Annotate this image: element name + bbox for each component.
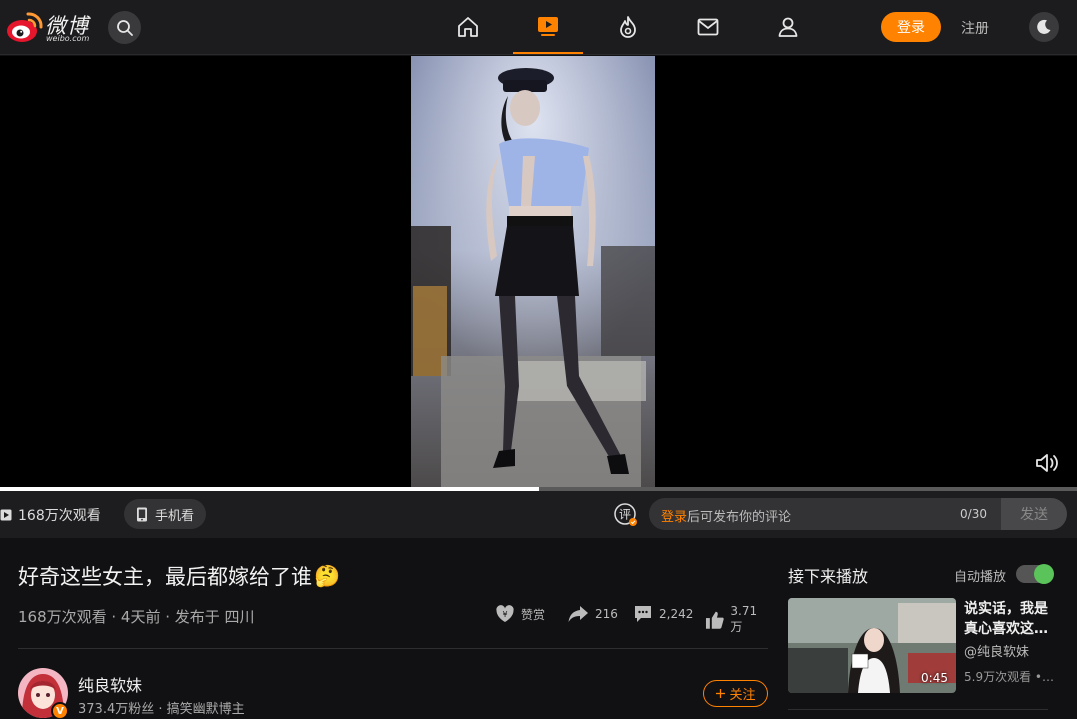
comment-placeholder: 登录后可发布你的评论	[661, 506, 791, 525]
svg-text:评: 评	[619, 508, 631, 522]
logo-subtext: weibo.com	[46, 34, 90, 43]
play-count-icon	[0, 509, 12, 521]
sidebar-divider	[788, 709, 1048, 710]
flame-icon	[620, 16, 636, 38]
autoplay-toggle[interactable]	[1016, 564, 1054, 584]
video-title-text: 好奇这些女主，最后都嫁给了谁	[18, 565, 312, 589]
video-meta: 168万次观看 · 4天前 · 发布于 四川	[18, 608, 255, 626]
recommended-video-title[interactable]: 说实话，我是真心喜欢这…	[964, 599, 1056, 639]
follow-button[interactable]: 关注	[703, 680, 768, 707]
section-divider	[18, 648, 768, 649]
top-nav-bar: 微博 weibo.com 登录 注册	[0, 0, 1077, 55]
share-count: 216	[595, 607, 618, 621]
comment-placeholder-text: 后可发布你的评论	[687, 510, 792, 525]
recommended-video-author[interactable]: @纯良软妹	[964, 641, 1029, 660]
user-icon	[778, 17, 798, 37]
moon-icon	[1037, 19, 1051, 34]
comment-badge-icon: 评	[614, 503, 638, 527]
autoplay-toggle-knob	[1034, 564, 1054, 584]
video-frame[interactable]	[411, 56, 655, 488]
volume-icon	[1036, 454, 1058, 472]
watch-on-mobile-button[interactable]: 手机看	[124, 499, 207, 529]
thumbs-up-icon	[705, 611, 724, 629]
video-still-image	[411, 56, 655, 488]
video-player[interactable]	[0, 56, 1077, 488]
mail-icon	[697, 18, 719, 36]
author-meta: 373.4万粉丝 · 搞笑幽默博主	[78, 702, 245, 717]
comment-icon	[635, 606, 651, 622]
theme-toggle-button[interactable]	[1029, 12, 1059, 42]
send-comment-button[interactable]: 发送	[1001, 498, 1067, 530]
register-link[interactable]: 注册	[961, 18, 989, 38]
nav-profile[interactable]	[753, 0, 823, 54]
video-title: 好奇这些女主，最后都嫁给了谁 🤔	[18, 561, 340, 591]
comment-input[interactable]: 登录后可发布你的评论 0/30	[649, 498, 1001, 530]
comment-button[interactable]: 2,242	[633, 604, 693, 623]
comment-login-link[interactable]: 登录	[661, 510, 687, 525]
nav-video[interactable]	[513, 0, 583, 54]
player-info-bar: 168万次观看 手机看 评 登录后可发布你的评论 0/30 发送	[0, 491, 1077, 538]
search-button[interactable]	[108, 11, 141, 44]
watch-on-mobile-label: 手机看	[155, 508, 195, 524]
nav-messages[interactable]	[673, 0, 743, 54]
reward-button[interactable]: ¥ 赞赏	[495, 604, 545, 624]
svg-text:¥: ¥	[502, 610, 507, 619]
follow-label: 关注	[729, 688, 756, 703]
recommended-video-views: 5.9万次观看 •…	[964, 670, 1054, 684]
comment-char-count: 0/30	[960, 507, 987, 521]
phone-icon	[137, 507, 147, 521]
search-icon	[116, 19, 133, 36]
home-icon	[458, 17, 478, 37]
video-duration: 0:45	[921, 671, 948, 685]
like-count: 3.71万	[730, 604, 758, 634]
plus-icon	[716, 689, 726, 698]
login-button[interactable]: 登录	[881, 12, 941, 42]
nav-hot[interactable]	[593, 0, 663, 54]
nav-home[interactable]	[433, 0, 503, 54]
verified-badge: V	[51, 702, 69, 719]
share-button[interactable]: 216	[567, 604, 618, 624]
share-icon	[568, 606, 588, 622]
weibo-logo[interactable]: 微博 weibo.com	[6, 8, 96, 44]
autoplay-label: 自动播放	[954, 570, 1007, 585]
author-name[interactable]: 纯良软妹	[78, 672, 142, 696]
reward-label: 赞赏	[521, 607, 546, 622]
reward-icon: ¥	[496, 605, 514, 622]
thinking-emoji: 🤔	[314, 563, 341, 588]
recommended-video-thumbnail[interactable]: 0:45	[788, 598, 956, 693]
like-button[interactable]: 3.71万	[705, 604, 768, 635]
up-next-heading: 接下来播放	[788, 567, 869, 586]
view-count-text: 168万次观看	[18, 508, 101, 524]
comment-count: 2,242	[659, 606, 694, 621]
volume-button[interactable]	[1034, 452, 1060, 474]
video-actions: ¥ 赞赏 216 2,242 3.71万	[495, 604, 768, 634]
view-count-small: 168万次观看	[0, 505, 101, 525]
video-icon	[538, 17, 558, 36]
weibo-logo-icon	[7, 12, 43, 42]
